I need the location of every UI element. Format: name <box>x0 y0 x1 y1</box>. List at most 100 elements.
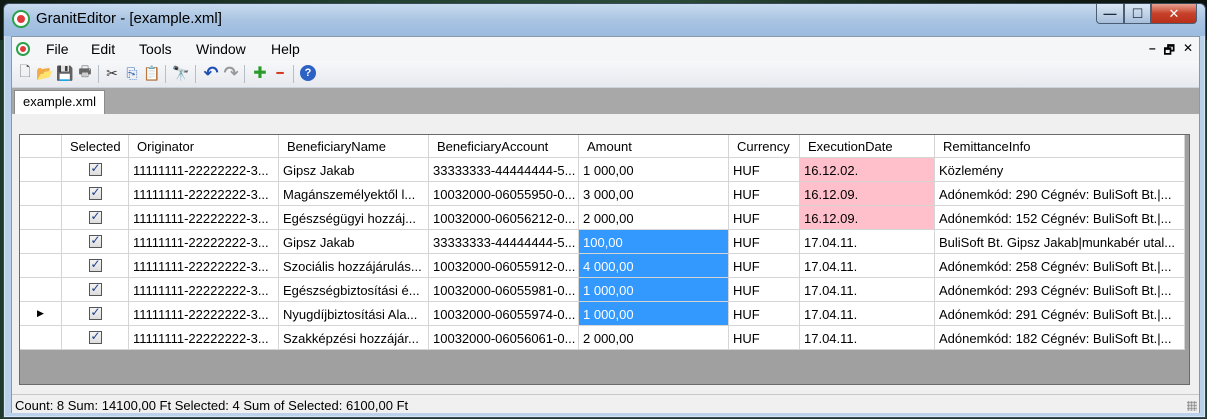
currency-cell[interactable]: HUF <box>729 254 800 278</box>
selected-checkbox-cell[interactable] <box>62 206 129 230</box>
amount-cell[interactable]: 1 000,00 <box>579 158 729 182</box>
beneficiary-name-cell[interactable]: Egészségügyi hozzáj... <box>279 206 429 230</box>
selected-checkbox-cell[interactable] <box>62 278 129 302</box>
amount-cell[interactable]: 2 000,00 <box>579 326 729 350</box>
amount-cell[interactable]: 100,00 <box>579 230 729 254</box>
new-icon[interactable]: 🗋 <box>16 63 34 82</box>
table-row[interactable]: 11111111-22222222-3...Gipsz Jakab3333333… <box>20 230 1185 254</box>
mdi-minimize-button[interactable]: – <box>1149 41 1156 62</box>
row-header[interactable] <box>20 278 62 302</box>
menu-help[interactable]: Help <box>271 41 300 57</box>
beneficiary-name-cell[interactable]: Gipsz Jakab <box>279 230 429 254</box>
currency-cell[interactable]: HUF <box>729 158 800 182</box>
remittance-info-cell[interactable]: Adónemkód: 152 Cégnév: BuliSoft Bt.|... <box>935 206 1185 230</box>
copy-icon[interactable]: ⎘ <box>123 64 141 82</box>
beneficiary-account-cell[interactable]: 33333333-44444444-5... <box>429 230 579 254</box>
beneficiary-name-cell[interactable]: Gipsz Jakab <box>279 158 429 182</box>
beneficiary-name-cell[interactable]: Magánszemélyektől l... <box>279 182 429 206</box>
remove-icon[interactable]: ━ <box>271 64 289 82</box>
execution-date-cell[interactable]: 17.04.11. <box>800 326 935 350</box>
table-row[interactable]: 11111111-22222222-3...Egészségügyi hozzá… <box>20 206 1185 230</box>
selected-checkbox[interactable] <box>88 209 102 224</box>
originator-cell[interactable]: 11111111-22222222-3... <box>129 158 279 182</box>
beneficiary-account-cell[interactable]: 10032000-06055950-0... <box>429 182 579 206</box>
beneficiary-account-cell[interactable]: 10032000-06056061-0... <box>429 326 579 350</box>
currency-cell[interactable]: HUF <box>729 278 800 302</box>
originator-cell[interactable]: 11111111-22222222-3... <box>129 230 279 254</box>
menu-edit[interactable]: Edit <box>91 41 115 57</box>
beneficiary-account-cell[interactable]: 33333333-44444444-5... <box>429 158 579 182</box>
add-icon[interactable]: ✚ <box>251 64 269 82</box>
open-icon[interactable]: 📂 <box>36 64 54 82</box>
originator-cell[interactable]: 11111111-22222222-3... <box>129 326 279 350</box>
row-header[interactable]: ▶ <box>20 302 62 326</box>
currency-cell[interactable]: HUF <box>729 326 800 350</box>
table-row[interactable]: 11111111-22222222-3...Szociális hozzájár… <box>20 254 1185 278</box>
mdi-restore-button[interactable]: 🗗 <box>1164 41 1175 62</box>
selected-checkbox-cell[interactable] <box>62 326 129 350</box>
find-icon[interactable]: 🔭 <box>172 64 190 82</box>
selected-checkbox-cell[interactable] <box>62 158 129 182</box>
selected-checkbox[interactable] <box>88 257 102 272</box>
column-header-beneficiary-name[interactable]: BeneficiaryName <box>279 135 429 158</box>
originator-cell[interactable]: 11111111-22222222-3... <box>129 302 279 326</box>
app-icon[interactable] <box>12 10 30 28</box>
amount-cell[interactable]: 1 000,00 <box>579 302 729 326</box>
table-row[interactable]: 11111111-22222222-3...Gipsz Jakab3333333… <box>20 158 1185 182</box>
table-row[interactable]: 11111111-22222222-3...Szakképzési hozzáj… <box>20 326 1185 350</box>
execution-date-cell[interactable]: 17.04.11. <box>800 302 935 326</box>
execution-date-cell[interactable]: 16.12.09. <box>800 206 935 230</box>
menu-tools[interactable]: Tools <box>139 41 172 57</box>
row-header[interactable] <box>20 206 62 230</box>
beneficiary-account-cell[interactable]: 10032000-06055912-0... <box>429 254 579 278</box>
originator-cell[interactable]: 11111111-22222222-3... <box>129 182 279 206</box>
column-header-selected[interactable]: Selected <box>62 135 129 158</box>
beneficiary-name-cell[interactable]: Nyugdíjbiztosítási Ala... <box>279 302 429 326</box>
minimize-button[interactable]: — <box>1096 4 1124 24</box>
remittance-info-cell[interactable]: Adónemkód: 290 Cégnév: BuliSoft Bt.|... <box>935 182 1185 206</box>
column-header-amount[interactable]: Amount <box>579 135 729 158</box>
selected-checkbox-cell[interactable] <box>62 230 129 254</box>
title-bar[interactable]: GranitEditor - [example.xml] — ☐ ✕ <box>4 4 1205 36</box>
currency-cell[interactable]: HUF <box>729 182 800 206</box>
selected-checkbox-cell[interactable] <box>62 182 129 206</box>
selected-checkbox[interactable] <box>88 233 102 248</box>
tab-example-xml[interactable]: example.xml <box>14 90 105 114</box>
row-header[interactable] <box>20 182 62 206</box>
remittance-info-cell[interactable]: Adónemkód: 293 Cégnév: BuliSoft Bt.|... <box>935 278 1185 302</box>
remittance-info-cell[interactable]: Közlemény <box>935 158 1185 182</box>
maximize-button[interactable]: ☐ <box>1124 4 1151 24</box>
resize-grip[interactable] <box>1187 401 1197 411</box>
undo-icon[interactable]: ↶ <box>202 63 220 83</box>
currency-cell[interactable]: HUF <box>729 230 800 254</box>
execution-date-cell[interactable]: 17.04.11. <box>800 278 935 302</box>
remittance-info-cell[interactable]: Adónemkód: 258 Cégnév: BuliSoft Bt.|... <box>935 254 1185 278</box>
help-icon[interactable]: ? <box>300 65 316 81</box>
execution-date-cell[interactable]: 16.12.09. <box>800 182 935 206</box>
row-header[interactable] <box>20 254 62 278</box>
amount-cell[interactable]: 2 000,00 <box>579 206 729 230</box>
paste-icon[interactable]: 📋 <box>143 64 161 82</box>
row-header[interactable] <box>20 158 62 182</box>
table-row[interactable]: ▶ 11111111-22222222-3...Nyugdíjbiztosítás… <box>20 302 1185 326</box>
table-row[interactable]: 11111111-22222222-3...Magánszemélyektől … <box>20 182 1185 206</box>
execution-date-cell[interactable]: 17.04.11. <box>800 230 935 254</box>
beneficiary-name-cell[interactable]: Szociális hozzájárulás... <box>279 254 429 278</box>
selected-checkbox[interactable] <box>88 281 102 296</box>
remittance-info-cell[interactable]: Adónemkód: 291 Cégnév: BuliSoft Bt.|... <box>935 302 1185 326</box>
currency-cell[interactable]: HUF <box>729 302 800 326</box>
remittance-info-cell[interactable]: Adónemkód: 182 Cégnév: BuliSoft Bt.|... <box>935 326 1185 350</box>
amount-cell[interactable]: 3 000,00 <box>579 182 729 206</box>
column-header-execution-date[interactable]: ExecutionDate <box>800 135 935 158</box>
row-header[interactable] <box>20 230 62 254</box>
column-header-originator[interactable]: Originator <box>129 135 279 158</box>
currency-cell[interactable]: HUF <box>729 206 800 230</box>
beneficiary-name-cell[interactable]: Egészségbiztosítási é... <box>279 278 429 302</box>
selected-checkbox-cell[interactable] <box>62 254 129 278</box>
print-icon[interactable]: 🖶 <box>76 63 94 82</box>
row-header[interactable] <box>20 326 62 350</box>
menu-window[interactable]: Window <box>196 41 246 57</box>
beneficiary-account-cell[interactable]: 10032000-06055974-0... <box>429 302 579 326</box>
table-row[interactable]: 11111111-22222222-3...Egészségbiztosítás… <box>20 278 1185 302</box>
beneficiary-account-cell[interactable]: 10032000-06056212-0... <box>429 206 579 230</box>
